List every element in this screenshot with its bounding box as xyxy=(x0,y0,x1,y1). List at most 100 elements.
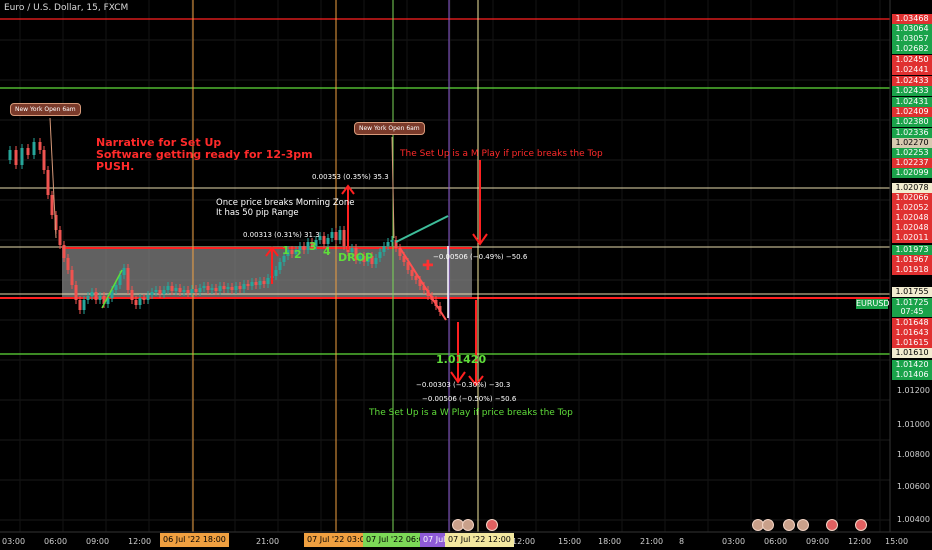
candle-body xyxy=(274,270,278,276)
time-tick-label: 12:00 xyxy=(512,537,536,546)
time-tick-label: 15:00 xyxy=(558,537,582,546)
ny-open-callout-2[interactable]: New York Open 6am xyxy=(354,122,425,135)
time-tick-label: 21:00 xyxy=(256,537,280,546)
time-tick-label: 09:00 xyxy=(806,537,830,546)
candle-body xyxy=(114,285,118,290)
narrative-text[interactable]: Narrative for Set Up Software getting re… xyxy=(96,137,313,173)
level-1420-label[interactable]: 1.01420 xyxy=(436,353,486,366)
count-3[interactable]: 3 xyxy=(309,240,317,253)
price-label: 1.02433 xyxy=(892,86,932,96)
candle-body xyxy=(390,240,394,242)
price-label: 1.01610 xyxy=(892,348,932,358)
candle-body xyxy=(166,286,170,290)
calendar-event-icon[interactable] xyxy=(797,519,809,531)
price-label: 1.02336 xyxy=(892,128,932,138)
price-label: 1.02441 xyxy=(892,65,932,75)
candle-body xyxy=(302,246,306,250)
price-label: 1.02048 xyxy=(892,213,932,223)
symbol-badge[interactable]: EURUSD xyxy=(856,299,890,309)
count-2[interactable]: 2 xyxy=(294,248,302,261)
candle-body xyxy=(414,276,418,280)
price-label: 1.01643 xyxy=(892,328,932,338)
candle-body xyxy=(226,287,230,289)
time-tick-label: 09:00 xyxy=(86,537,110,546)
price-label: 1.02253 xyxy=(892,148,932,158)
price-label: 1.03057 xyxy=(892,34,932,44)
price-label: 1.02270 xyxy=(892,138,932,148)
candle-body xyxy=(174,288,178,291)
callout-line-1 xyxy=(49,117,57,239)
candle-body xyxy=(32,142,36,155)
candle-body xyxy=(46,170,50,195)
candle-body xyxy=(42,150,46,170)
candle-body xyxy=(194,289,198,292)
measure-label-5[interactable]: −0.00506 (−0.50%) −50.6 xyxy=(422,395,516,403)
candle-body xyxy=(134,300,138,305)
ny-open-callout-1[interactable]: New York Open 6am xyxy=(10,103,81,116)
candle-body xyxy=(98,296,102,300)
arrow-down-right-2[interactable] xyxy=(468,300,484,387)
price-label: 1.02052 xyxy=(892,203,932,213)
candle-body xyxy=(382,246,386,252)
candle-body xyxy=(210,288,214,290)
candle-body xyxy=(338,230,342,240)
price-label: 1.02380 xyxy=(892,117,932,127)
measure-label-3[interactable]: −0.00506 (−0.49%) −50.6 xyxy=(433,253,527,261)
price-label: 1.01918 xyxy=(892,265,932,275)
time-highlight-label[interactable]: 07 Jul '22 12:00 xyxy=(445,533,514,547)
time-highlight-label[interactable]: 06 Jul '22 18:00 xyxy=(160,533,229,547)
measure-label-2[interactable]: 0.00353 (0.35%) 35.3 xyxy=(312,173,389,181)
candle-body xyxy=(378,252,382,258)
economic-event-icon[interactable] xyxy=(826,519,838,531)
time-tick-label: 15:00 xyxy=(885,537,909,546)
price-tick-label: 1.00400 xyxy=(896,515,930,524)
candle-body xyxy=(242,284,246,289)
arrow-down-left-2[interactable] xyxy=(450,322,466,384)
candle-body xyxy=(186,290,190,293)
candle-body xyxy=(234,286,238,290)
candle-body xyxy=(86,296,90,300)
candle-body xyxy=(126,268,130,290)
candle-body xyxy=(262,281,266,284)
trendline-teal[interactable] xyxy=(395,215,449,243)
candle-body xyxy=(258,281,262,285)
candle-body xyxy=(198,288,202,292)
arrow-down-right-1[interactable] xyxy=(472,160,488,246)
candle-body xyxy=(254,282,258,285)
candle-body xyxy=(374,258,378,264)
time-tick-label: 21:00 xyxy=(640,537,664,546)
calendar-event-icon[interactable] xyxy=(762,519,774,531)
economic-event-icon[interactable] xyxy=(486,519,498,531)
price-label: 1.03468 xyxy=(892,14,932,24)
price-label: 1.02078 xyxy=(892,183,932,193)
candle-body xyxy=(206,286,210,290)
drop-label[interactable]: DROP xyxy=(338,251,373,264)
candle-body xyxy=(38,142,42,150)
w-play-text[interactable]: The Set Up is a W Play if price breaks t… xyxy=(369,408,573,418)
candle-body xyxy=(82,300,86,310)
candle-body xyxy=(246,284,250,286)
price-tick-label: 1.00800 xyxy=(896,450,930,459)
once-price-text[interactable]: Once price breaks Morning Zone It has 50… xyxy=(216,198,355,218)
price-label: 1.02431 xyxy=(892,97,932,107)
price-label: 1.01967 xyxy=(892,255,932,265)
count-4[interactable]: 4 xyxy=(323,245,331,258)
time-tick-label: 06:00 xyxy=(764,537,788,546)
candle-body xyxy=(74,285,78,300)
candle-body xyxy=(214,288,218,291)
candle-body xyxy=(26,148,30,155)
calendar-event-icon[interactable] xyxy=(783,519,795,531)
economic-event-icon[interactable] xyxy=(855,519,867,531)
m-play-text[interactable]: The Set Up is a M Play if price breaks t… xyxy=(400,149,603,159)
count-1[interactable]: 1 xyxy=(282,244,290,257)
price-chart[interactable]: ✚ xyxy=(0,0,932,550)
candle-body xyxy=(334,232,338,240)
candle-body xyxy=(386,242,390,246)
candle-body xyxy=(182,290,186,292)
candle-body xyxy=(50,195,54,215)
measure-label-1[interactable]: 0.00313 (0.31%) 31.3 xyxy=(243,231,320,239)
calendar-event-icon[interactable] xyxy=(462,519,474,531)
candle-body xyxy=(58,230,62,245)
measure-label-4[interactable]: −0.00303 (−0.30%) −30.3 xyxy=(416,381,510,389)
price-label: 1.01755 xyxy=(892,287,932,297)
